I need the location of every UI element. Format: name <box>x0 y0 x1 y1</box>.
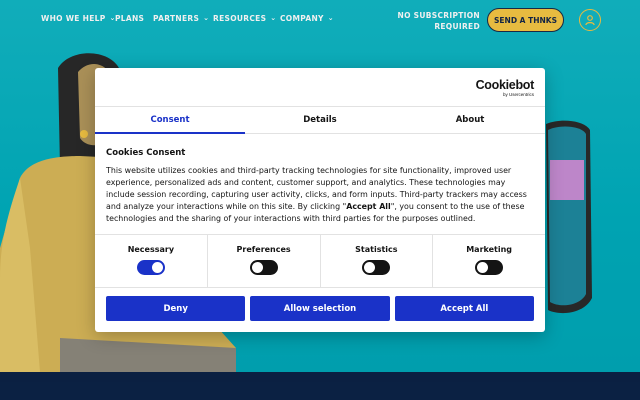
toggle-label: Preferences <box>236 245 291 254</box>
switch-knob <box>364 262 376 273</box>
toggle-preferences: Preferences <box>208 235 321 287</box>
tab-about[interactable]: About <box>395 107 545 133</box>
tab-details[interactable]: Details <box>245 107 395 133</box>
toggle-label: Necessary <box>127 245 175 254</box>
toggle-necessary: Necessary <box>95 235 208 287</box>
brand-name: Cookiebot <box>475 78 535 92</box>
toggle-statistics: Statistics <box>321 235 434 287</box>
consent-body-bold: Accept All <box>346 202 391 211</box>
marketing-switch[interactable] <box>475 260 504 275</box>
cookie-consent-dialog: Cookiebot by Usercentrics Consent Detail… <box>95 68 545 332</box>
brand-sub: by Usercentrics <box>502 92 534 97</box>
switch-knob <box>151 262 163 273</box>
toggle-marketing: Marketing <box>433 235 545 287</box>
consent-toggles: Necessary Preferences Statistics Marketi… <box>95 234 545 288</box>
toggle-label: Statistics <box>355 245 398 254</box>
accept-all-button[interactable]: Accept All <box>394 296 534 321</box>
allow-selection-button[interactable]: Allow selection <box>250 296 390 321</box>
consent-heading: Cookies Consent <box>106 148 186 158</box>
necessary-switch[interactable] <box>136 260 165 275</box>
consent-content: Cookies Consent This website utilizes co… <box>106 148 536 225</box>
toggle-label: Marketing <box>466 245 513 254</box>
deny-button[interactable]: Deny <box>106 296 246 321</box>
consent-actions: Deny Allow selection Accept All <box>106 296 534 321</box>
statistics-switch[interactable] <box>362 260 391 275</box>
consent-body: This website utilizes cookies and third-… <box>106 165 536 225</box>
consent-tabs: Consent Details About <box>95 106 545 134</box>
preferences-switch[interactable] <box>249 260 278 275</box>
tab-consent[interactable]: Consent <box>95 107 245 134</box>
switch-knob <box>477 262 489 273</box>
cookiebot-logo: Cookiebot by Usercentrics <box>475 78 535 98</box>
switch-knob <box>251 262 263 273</box>
